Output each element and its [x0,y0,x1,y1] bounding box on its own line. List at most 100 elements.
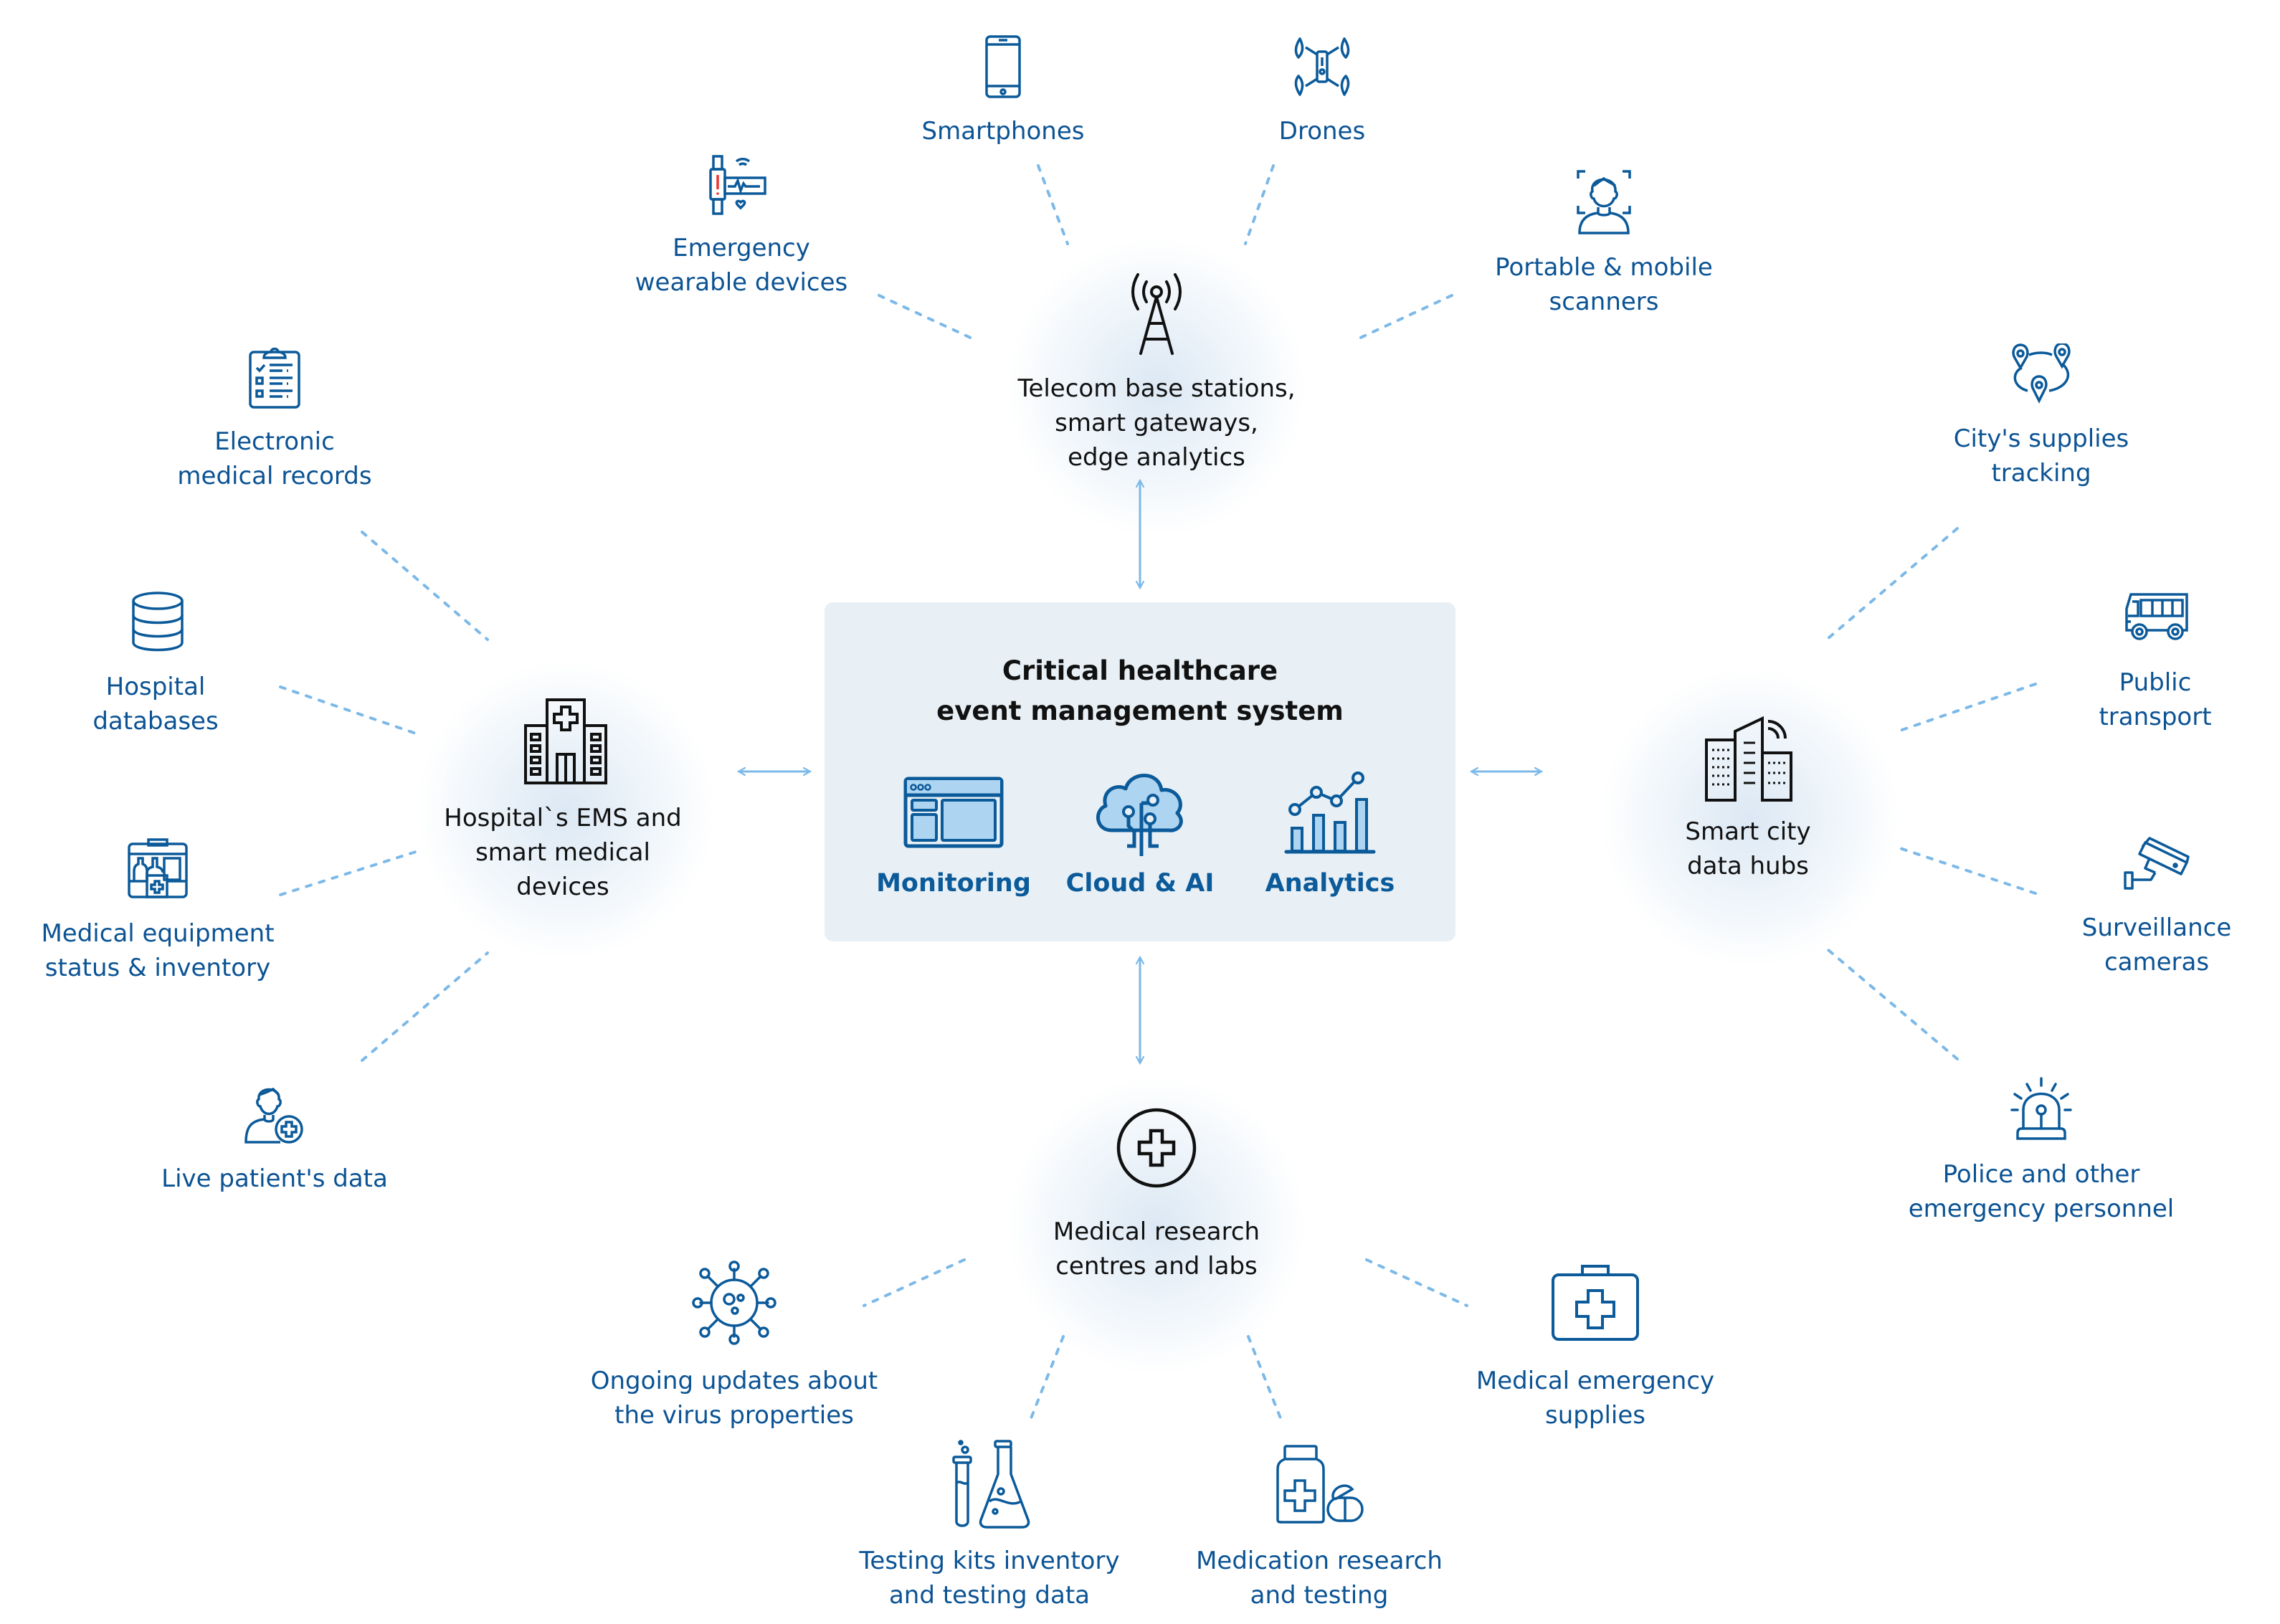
hospital-building-icon [523,697,609,786]
label-line: Ongoing updates about [590,1367,878,1395]
label-line: emergency personnel [1908,1195,2175,1223]
hub-label-smart-city: Smart city data hubs [1685,815,1810,883]
connector-drones [1244,164,1275,245]
label-line: and testing data [888,1581,1091,1610]
module-monitoring: Monitoring [875,766,1032,898]
node-label-equipment: Medical equipment status & inventory [41,916,274,985]
label-line: Smart city [1685,817,1811,846]
clipboard-checklist-icon [248,346,301,409]
module-analytics: Analytics [1251,766,1409,898]
connector-transport [1896,683,2037,733]
node-label-testing: Testing kits inventory and testing data [859,1544,1119,1613]
connector-police [1827,949,1959,1060]
hub-label-research: Medical research centres and labs [1053,1215,1260,1283]
label-line: Drones [1278,117,1366,146]
connector-virus [863,1258,966,1307]
first-aid-kit-icon [1551,1263,1640,1342]
hub-label-telecom: Telecom base stations, smart gateways, e… [1017,371,1295,475]
label-line: Surveillance [2081,913,2232,942]
module-cloud-ai: Cloud & AI [1061,766,1219,898]
center-title-line2: event management system [936,695,1344,726]
label-line: Police and other [1942,1160,2140,1189]
drone-icon [1290,36,1354,98]
label-line: smart gateways, [1055,409,1258,437]
city-buildings-icon [1704,710,1797,803]
node-label-databases: Hospital databases [92,670,218,739]
label-line: Hospital [105,673,206,701]
connector-supplies-tracking [1827,527,1959,640]
database-icon [131,591,184,652]
label-line: centres and labs [1055,1252,1258,1281]
smartwatch-alert-icon [709,155,774,215]
bar-line-chart-icon [1251,766,1409,859]
cloud-circuit-icon [1061,766,1219,859]
face-scan-icon [1577,170,1631,234]
center-system-box: Critical healthcare event management sys… [825,602,1455,941]
connector-med-supplies [1365,1258,1468,1307]
medical-cabinet-icon [127,838,189,898]
connector-wearables [878,294,977,341]
label-line: City's supplies [1953,424,2129,453]
node-label-patient: Live patient's data [161,1162,388,1196]
label-line: Emergency [673,234,810,262]
label-line: Hospital`s EMS and [444,804,682,832]
connector-equipment [279,850,419,896]
node-label-smartphones: Smartphones [922,114,1085,148]
label-line: data hubs [1687,852,1809,880]
label-line: Portable & mobile [1495,253,1713,282]
label-line: smart medical [475,838,650,867]
label-line: cameras [2104,948,2210,977]
dashboard-window-icon [875,766,1032,859]
module-label: Monitoring [876,869,1031,898]
siren-light-icon [2009,1077,2074,1141]
patient-plus-icon [244,1083,305,1144]
medical-cross-circle-icon [1115,1106,1198,1189]
label-line: Medical research [1053,1217,1260,1246]
node-label-med-supplies: Medical emergency supplies [1476,1364,1714,1433]
label-line: status & inventory [44,954,271,982]
center-title-line1: Critical healthcare [1002,655,1278,686]
connector-emr [361,531,489,641]
smartphone-icon [984,34,1022,99]
connector-surveillance [1896,846,2037,895]
label-line: devices [516,873,609,901]
node-label-transport: Public transport [2099,665,2211,734]
label-line: Smartphones [921,117,1085,146]
label-line: the virus properties [614,1401,854,1430]
label-line: edge analytics [1068,443,1245,472]
label-line: Medical emergency [1476,1367,1715,1395]
pill-bottle-icon [1275,1445,1364,1524]
connector-medication [1247,1335,1282,1420]
bus-icon [2124,592,2190,643]
node-label-emr: Electronic medical records [177,424,371,493]
label-line: Live patient's data [161,1164,388,1193]
label-line: Medical equipment [41,919,275,948]
label-line: transport [2099,703,2212,731]
connector-databases [279,685,419,736]
map-pins-route-icon [2009,343,2074,404]
label-line: Medication research [1196,1547,1443,1575]
label-line: supplies [1545,1401,1645,1430]
node-label-surveillance: Surveillance cameras [2082,911,2231,979]
diagram-canvas: Critical healthcare event management sys… [0,0,2280,1624]
label-line: medical records [177,462,372,490]
label-line: and testing [1250,1581,1389,1610]
cctv-camera-icon [2124,837,2190,891]
test-tube-flask-icon [948,1440,1031,1529]
connector-testing [1030,1335,1065,1420]
label-line: Electronic [214,427,335,456]
virus-icon [690,1259,778,1347]
node-label-virus: Ongoing updates about the virus properti… [591,1364,878,1433]
connector-scanners [1354,294,1453,341]
connector-smartphones [1037,164,1069,245]
cell-tower-icon [1121,270,1192,356]
label-line: wearable devices [635,268,848,297]
label-line: databases [92,707,219,736]
center-title: Critical healthcare event management sys… [825,651,1455,731]
label-line: Telecom base stations, [1017,374,1296,403]
label-line: scanners [1549,288,1659,316]
connector-patient [361,951,489,1062]
label-line: tracking [1991,459,2091,488]
node-label-scanners: Portable & mobile scanners [1495,250,1713,319]
node-label-medication: Medication research and testing [1196,1544,1443,1613]
